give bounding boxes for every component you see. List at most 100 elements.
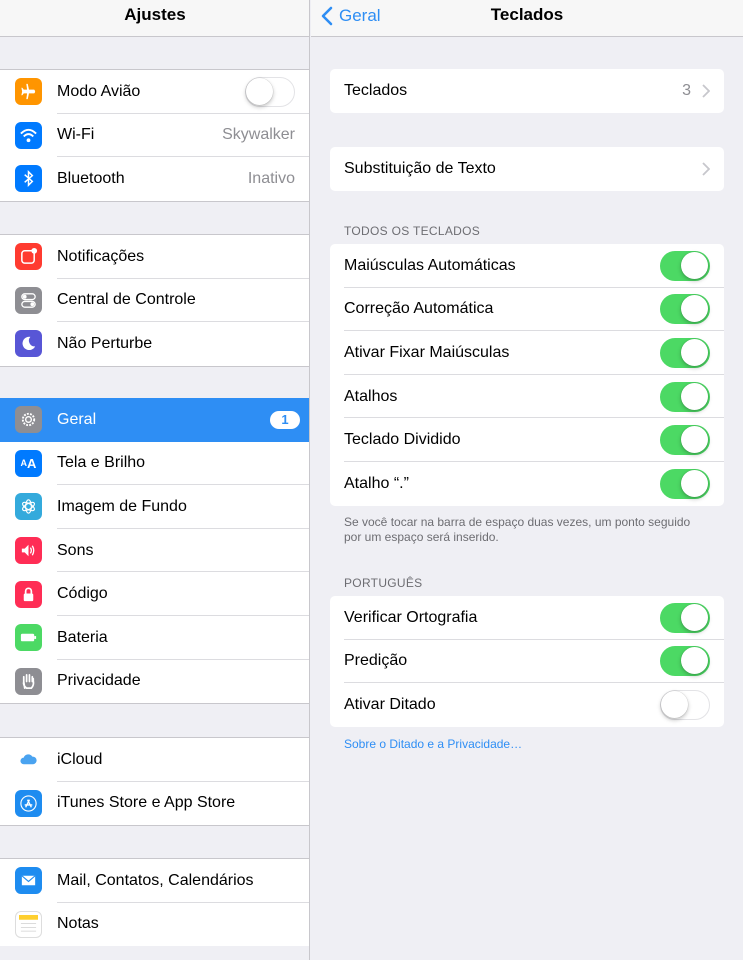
sidebar-item-do-not-disturb[interactable]: Não Perturbe xyxy=(0,322,309,366)
setting-label: Ativar Fixar Maiúsculas xyxy=(344,343,510,361)
notifications-group: Notificações Central de Controle Não Per… xyxy=(0,234,309,367)
keyboards-count: 3 xyxy=(682,81,691,99)
sidebar-item-label: Central de Controle xyxy=(57,291,196,309)
sidebar-item-control-center[interactable]: Central de Controle xyxy=(0,279,309,323)
sidebar-item-privacy[interactable]: Privacidade xyxy=(0,660,309,704)
check-spelling-row: Verificar Ortografia xyxy=(330,596,724,640)
toggle-knob xyxy=(681,603,708,631)
update-badge: 1 xyxy=(270,410,300,429)
airplane-mode-toggle[interactable] xyxy=(245,76,295,107)
check-spelling-toggle[interactable] xyxy=(660,602,710,633)
display-icon: AA xyxy=(15,449,42,477)
apps-group: Mail, Contatos, Calendários Notas xyxy=(0,858,309,947)
gear-icon xyxy=(15,406,42,434)
detail-navbar: Geral Teclados xyxy=(311,0,743,37)
sidebar-item-label: Notas xyxy=(57,915,99,933)
bluetooth-icon xyxy=(15,165,42,193)
mail-icon xyxy=(15,867,42,895)
auto-capitalization-toggle[interactable] xyxy=(660,250,710,281)
sidebar-item-label: Tela e Brilho xyxy=(57,454,146,472)
connectivity-group: Modo Avião Wi-Fi Skywalker Bluetooth Ina… xyxy=(0,69,309,202)
icloud-icon xyxy=(15,746,42,774)
dictation-privacy-link[interactable]: Sobre o Ditado e a Privacidade… xyxy=(344,737,522,751)
auto-correction-row: Correção Automática xyxy=(330,288,724,332)
sidebar-item-sounds[interactable]: Sons xyxy=(0,529,309,573)
setting-label: Atalhos xyxy=(344,387,398,405)
sidebar-item-label: Notificações xyxy=(57,247,145,265)
sidebar-item-wifi[interactable]: Wi-Fi Skywalker xyxy=(0,114,309,158)
sidebar-navbar: Ajustes xyxy=(0,0,309,37)
keyboards-row[interactable]: Teclados 3 xyxy=(330,69,724,113)
sidebar-item-label: Código xyxy=(57,585,108,603)
sidebar-item-label: Imagem de Fundo xyxy=(57,497,187,515)
text-replacement-row[interactable]: Substituição de Texto xyxy=(330,147,724,191)
sidebar-item-label: iCloud xyxy=(57,750,103,768)
setting-label: Maiúsculas Automáticas xyxy=(344,256,516,274)
toggle-knob xyxy=(681,382,708,410)
toggle-knob xyxy=(661,690,688,718)
speaker-icon xyxy=(15,537,42,565)
period-shortcut-footnote: Se você tocar na barra de espaço duas ve… xyxy=(344,515,691,544)
portuguese-header: PORTUGUÊS xyxy=(344,576,423,590)
sidebar-title: Ajustes xyxy=(124,5,186,24)
airplane-icon xyxy=(15,78,42,106)
general-group: Geral 1 AA Tela e Brilho Imagem de Fundo… xyxy=(0,398,309,705)
auto-capitalization-row: Maiúsculas Automáticas xyxy=(330,244,724,288)
control-center-icon xyxy=(15,286,42,314)
sidebar-item-itunes-app-store[interactable]: iTunes Store e App Store xyxy=(0,782,309,826)
caps-lock-row: Ativar Fixar Maiúsculas xyxy=(330,331,724,375)
sidebar-item-passcode[interactable]: Código xyxy=(0,572,309,616)
auto-correction-toggle[interactable] xyxy=(660,294,710,325)
bluetooth-status-value: Inativo xyxy=(247,169,295,187)
sidebar-item-label: Bateria xyxy=(57,628,108,646)
sidebar-item-airplane-mode[interactable]: Modo Avião xyxy=(0,70,309,114)
sidebar-item-icloud[interactable]: iCloud xyxy=(0,738,309,782)
split-keyboard-row: Teclado Dividido xyxy=(330,418,724,462)
all-keyboards-header: TODOS OS TECLADOS xyxy=(344,224,481,238)
setting-label: Atalho “.” xyxy=(344,474,409,492)
accounts-group: iCloud iTunes Store e App Store xyxy=(0,737,309,827)
sidebar-item-battery[interactable]: Bateria xyxy=(0,616,309,660)
setting-label: Teclado Dividido xyxy=(344,431,461,449)
caps-lock-toggle[interactable] xyxy=(660,337,710,368)
all-keyboards-group: Maiúsculas Automáticas Correção Automáti… xyxy=(330,244,724,506)
sidebar-item-label: Privacidade xyxy=(57,672,141,690)
keyboards-label: Teclados xyxy=(344,81,408,99)
toggle-knob xyxy=(681,469,708,497)
sidebar-item-display-brightness[interactable]: AA Tela e Brilho xyxy=(0,442,309,486)
toggle-knob xyxy=(246,77,273,105)
sidebar-item-bluetooth[interactable]: Bluetooth Inativo xyxy=(0,157,309,201)
predictive-toggle[interactable] xyxy=(660,646,710,677)
toggle-knob xyxy=(681,251,708,279)
sidebar-item-label: Geral xyxy=(57,410,97,428)
sidebar-item-label: Sons xyxy=(57,541,94,559)
keyboards-group: Teclados 3 xyxy=(330,69,724,113)
moon-icon xyxy=(15,330,42,358)
predictive-row: Predição xyxy=(330,640,724,684)
lock-icon xyxy=(15,580,42,608)
text-replacement-label: Substituição de Texto xyxy=(344,159,496,177)
sidebar-item-label: Não Perturbe xyxy=(57,334,153,352)
shortcuts-toggle[interactable] xyxy=(660,381,710,412)
sidebar-item-mail-contacts-calendars[interactable]: Mail, Contatos, Calendários xyxy=(0,859,309,903)
text-replacement-group: Substituição de Texto xyxy=(330,147,724,191)
enable-dictation-toggle[interactable] xyxy=(660,689,710,720)
chevron-right-icon xyxy=(702,162,710,176)
sidebar-item-notes[interactable]: Notas xyxy=(0,903,309,947)
portuguese-group: Verificar Ortografia Predição Ativar Dit… xyxy=(330,596,724,727)
sidebar-item-notifications[interactable]: Notificações xyxy=(0,235,309,279)
chevron-right-icon xyxy=(702,84,710,98)
wallpaper-icon xyxy=(15,493,42,521)
settings-sidebar: Ajustes Modo Avião Wi-Fi Skywalker Bluet… xyxy=(0,0,310,960)
period-shortcut-toggle[interactable] xyxy=(660,468,710,499)
sidebar-item-wallpaper[interactable]: Imagem de Fundo xyxy=(0,485,309,529)
sidebar-item-label: Wi-Fi xyxy=(57,126,95,144)
split-keyboard-toggle[interactable] xyxy=(660,425,710,456)
sidebar-item-label: Modo Avião xyxy=(57,82,141,100)
battery-icon xyxy=(15,624,42,652)
app-store-icon xyxy=(15,789,42,817)
notes-icon xyxy=(15,910,42,938)
keyboards-detail-pane: Geral Teclados Teclados 3 Substituição d… xyxy=(311,0,743,960)
sidebar-item-general[interactable]: Geral 1 xyxy=(0,398,309,442)
toggle-knob xyxy=(681,295,708,323)
